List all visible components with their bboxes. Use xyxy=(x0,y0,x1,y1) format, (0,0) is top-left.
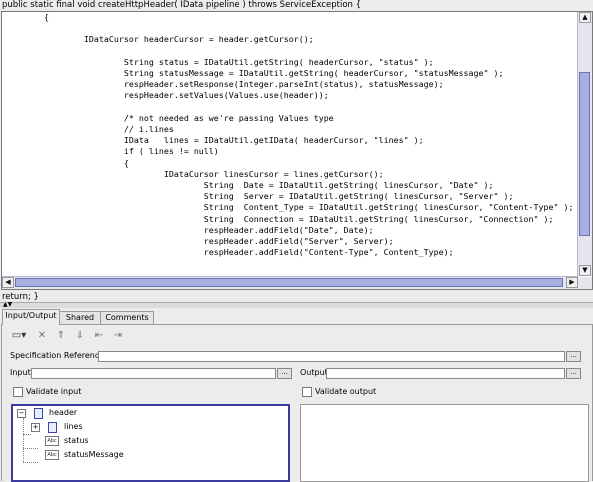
document-icon xyxy=(48,422,57,433)
tree-node-status[interactable]: status xyxy=(64,436,89,446)
expand-icon[interactable]: + xyxy=(31,423,40,432)
output-field[interactable] xyxy=(326,368,565,379)
code-editor[interactable]: { IDataCursor headerCursor = header.getC… xyxy=(1,11,593,290)
code-text[interactable]: { IDataCursor headerCursor = header.getC… xyxy=(4,12,575,258)
validate-input-label: Validate input xyxy=(26,387,82,396)
split-pane-divider[interactable]: ▲▼ xyxy=(0,301,593,308)
collapse-icon[interactable]: − xyxy=(17,409,26,418)
validate-output-label: Validate output xyxy=(315,387,377,396)
scroll-right-icon[interactable]: ▶ xyxy=(566,277,578,288)
shift-right-icon[interactable]: ⇥ xyxy=(111,329,125,343)
document-icon xyxy=(34,408,43,419)
scroll-down-icon[interactable]: ▼ xyxy=(579,265,591,276)
vertical-scroll-thumb[interactable] xyxy=(579,72,590,236)
input-field[interactable] xyxy=(31,368,276,379)
spec-ref-label: Specification Reference xyxy=(10,351,105,360)
string-icon: Abc xyxy=(45,436,59,446)
horizontal-scrollbar[interactable]: ◀ ▶ xyxy=(2,276,578,289)
shift-left-icon[interactable]: ⇤ xyxy=(92,329,106,343)
code-area[interactable]: { IDataCursor headerCursor = header.getC… xyxy=(4,12,575,276)
tree-connector xyxy=(23,448,24,462)
tree-connector xyxy=(23,434,31,435)
input-tree[interactable]: − header + lines Abc status Abc statusMe… xyxy=(11,404,290,482)
tree-connector xyxy=(23,418,24,448)
delete-icon[interactable]: ✕ xyxy=(35,329,49,343)
tab-shared[interactable]: Shared xyxy=(59,311,101,324)
horizontal-scroll-thumb[interactable] xyxy=(15,278,563,287)
vertical-scrollbar[interactable]: ▲ ▼ xyxy=(577,12,592,276)
output-label: Output xyxy=(300,368,328,377)
move-down-icon[interactable]: ⇓ xyxy=(73,329,87,343)
new-field-icon[interactable]: ▭▾ xyxy=(8,329,30,343)
method-signature: public static final void createHttpHeade… xyxy=(2,0,362,10)
tree-node-lines[interactable]: lines xyxy=(64,422,83,432)
spec-ref-field[interactable] xyxy=(98,351,565,362)
scroll-left-icon[interactable]: ◀ xyxy=(2,277,14,288)
scroll-up-icon[interactable]: ▲ xyxy=(579,12,591,23)
input-browse-button[interactable]: ... xyxy=(277,368,292,379)
output-tree[interactable] xyxy=(300,404,589,482)
tree-node-header[interactable]: header xyxy=(49,408,77,418)
spec-ref-browse-button[interactable]: ... xyxy=(566,351,581,362)
tree-connector xyxy=(23,462,38,463)
move-up-icon[interactable]: ⇑ xyxy=(54,329,68,343)
input-output-panel: ▭▾ ✕ ⇑ ⇓ ⇤ ⇥ Specification Reference ...… xyxy=(1,324,593,482)
string-icon: Abc xyxy=(45,450,59,460)
tree-connector xyxy=(23,448,38,449)
tree-node-status-message[interactable]: statusMessage xyxy=(64,450,124,460)
toolbar: ▭▾ ✕ ⇑ ⇓ ⇤ ⇥ xyxy=(8,328,125,344)
scroll-corner xyxy=(578,277,592,289)
validate-output-checkbox[interactable] xyxy=(302,387,312,397)
output-browse-button[interactable]: ... xyxy=(566,368,581,379)
input-label: Input xyxy=(10,368,31,377)
tab-comments[interactable]: Comments xyxy=(100,311,154,324)
collapse-arrows-icon[interactable]: ▲▼ xyxy=(3,301,12,308)
validate-input-checkbox[interactable] xyxy=(13,387,23,397)
tab-input-output[interactable]: Input/Output xyxy=(2,309,60,325)
